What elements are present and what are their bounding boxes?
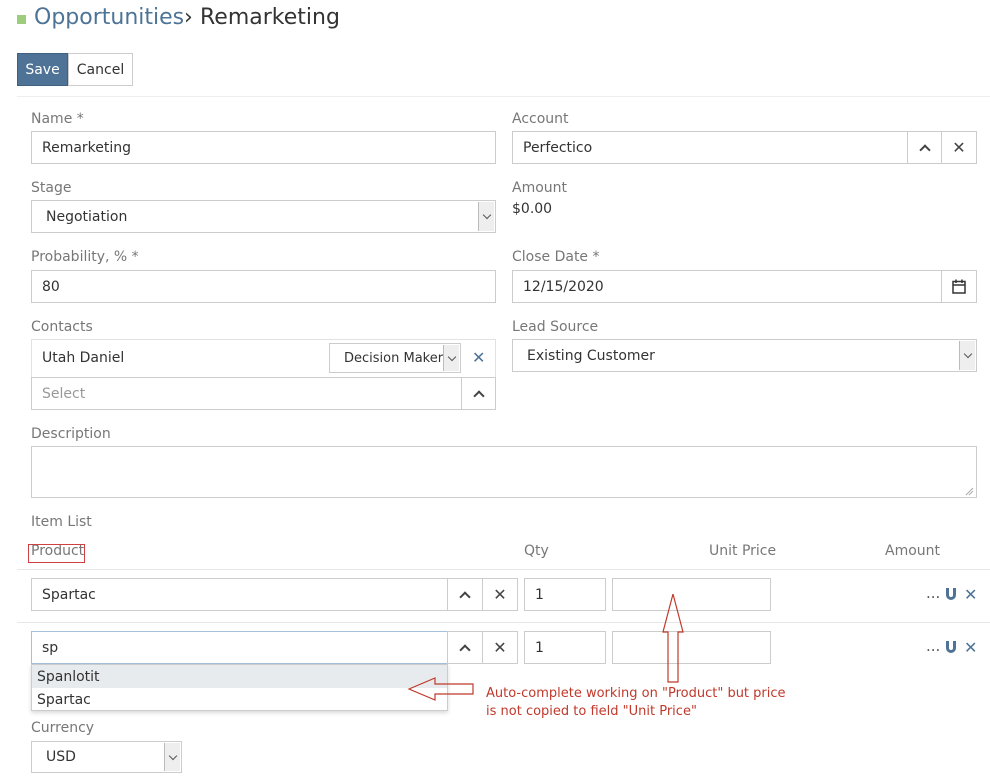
close-icon: ✕: [952, 137, 966, 157]
contact-name[interactable]: Utah Daniel: [42, 350, 124, 366]
lead-source-select[interactable]: Existing Customer: [512, 339, 977, 372]
row-menu-button[interactable]: ...: [926, 584, 940, 602]
currency-dropdown-arrow[interactable]: [164, 743, 180, 771]
amount-value: $0.00: [512, 201, 553, 217]
cancel-button[interactable]: Cancel: [68, 53, 133, 86]
close-date-label: Close Date *: [512, 249, 600, 265]
close-date-input[interactable]: 12/15/2020: [512, 270, 943, 303]
product-input[interactable]: sp: [31, 631, 448, 664]
page-title: Remarketing: [200, 5, 340, 30]
remove-item-button[interactable]: ✕: [964, 585, 977, 604]
lead-source-value: Existing Customer: [527, 347, 655, 364]
remove-item-button[interactable]: ✕: [964, 638, 977, 657]
annotation-line-2: is not copied to field "Unit Price": [486, 704, 697, 719]
chevron-down-icon: [482, 210, 491, 220]
contacts-label: Contacts: [31, 319, 93, 335]
annotation-line-1: Auto-complete working on "Product" but p…: [486, 686, 786, 701]
autocomplete-option[interactable]: Spanlotit: [32, 665, 447, 688]
breadcrumb-opportunities-link[interactable]: Opportunities: [34, 5, 184, 30]
currency-value: USD: [46, 749, 76, 765]
column-unit-price: Unit Price: [709, 543, 777, 559]
annotation-product-highlight: [28, 544, 85, 563]
lead-source-dropdown-arrow[interactable]: [959, 341, 975, 370]
stage-dropdown-arrow[interactable]: [478, 202, 494, 231]
date-picker-button[interactable]: [941, 270, 977, 303]
product-input[interactable]: Spartac: [31, 578, 448, 611]
currency-label: Currency: [31, 720, 95, 736]
drag-handle-icon[interactable]: [943, 639, 959, 655]
stage-select[interactable]: Negotiation: [31, 200, 496, 233]
contact-select-placeholder: Select: [42, 385, 86, 402]
lead-source-label: Lead Source: [512, 319, 599, 335]
save-button[interactable]: Save: [17, 53, 68, 86]
annotation-arrow-up: [662, 594, 684, 683]
currency-select[interactable]: USD: [31, 741, 182, 773]
drag-handle-icon[interactable]: [943, 586, 959, 602]
column-qty: Qty: [524, 543, 549, 559]
contact-role-value: Decision Maker: [344, 350, 444, 366]
row-menu-button[interactable]: ...: [926, 637, 940, 655]
autocomplete-dropdown: Spanlotit Spartac: [31, 664, 448, 711]
contact-select-button[interactable]: [461, 377, 496, 410]
name-label: Name *: [31, 111, 84, 127]
chevron-down-icon: [963, 349, 972, 359]
annotation-text: Auto-complete working on "Product" but p…: [486, 685, 786, 721]
autocomplete-option[interactable]: Spartac: [32, 688, 447, 711]
contact-role-select[interactable]: Decision Maker: [329, 343, 461, 373]
stage-label: Stage: [31, 180, 72, 196]
stage-select-value: Negotiation: [46, 208, 128, 225]
close-icon: ✕: [964, 638, 978, 657]
name-input[interactable]: Remarketing: [31, 131, 496, 164]
account-clear-button[interactable]: ✕: [941, 131, 977, 164]
chevron-up-icon: [918, 143, 931, 156]
close-icon: ✕: [472, 348, 486, 367]
annotation-arrow-left: [407, 677, 474, 701]
chevron-up-icon: [472, 389, 485, 402]
role-dropdown-arrow[interactable]: [443, 345, 459, 371]
breadcrumb-marker: [17, 15, 26, 24]
chevron-down-icon: [447, 352, 456, 361]
description-label: Description: [31, 426, 111, 442]
description-textarea[interactable]: [31, 446, 977, 498]
column-amount: Amount: [885, 543, 941, 559]
probability-label: Probability, % *: [31, 249, 139, 265]
account-label: Account: [512, 111, 569, 127]
account-select-button[interactable]: [907, 131, 942, 164]
contact-select-input[interactable]: Select: [31, 377, 462, 410]
remove-contact-button[interactable]: ✕: [472, 348, 485, 367]
chevron-down-icon: [168, 751, 177, 760]
account-input[interactable]: Perfectico: [512, 131, 908, 164]
calendar-icon: [952, 279, 966, 294]
breadcrumb-separator: ›: [184, 5, 193, 30]
close-icon: ✕: [964, 585, 978, 604]
row-divider: [17, 569, 990, 570]
item-list-label: Item List: [31, 514, 92, 530]
probability-input[interactable]: 80: [31, 270, 496, 303]
resize-handle-icon[interactable]: [964, 486, 974, 496]
amount-label: Amount: [512, 180, 568, 196]
